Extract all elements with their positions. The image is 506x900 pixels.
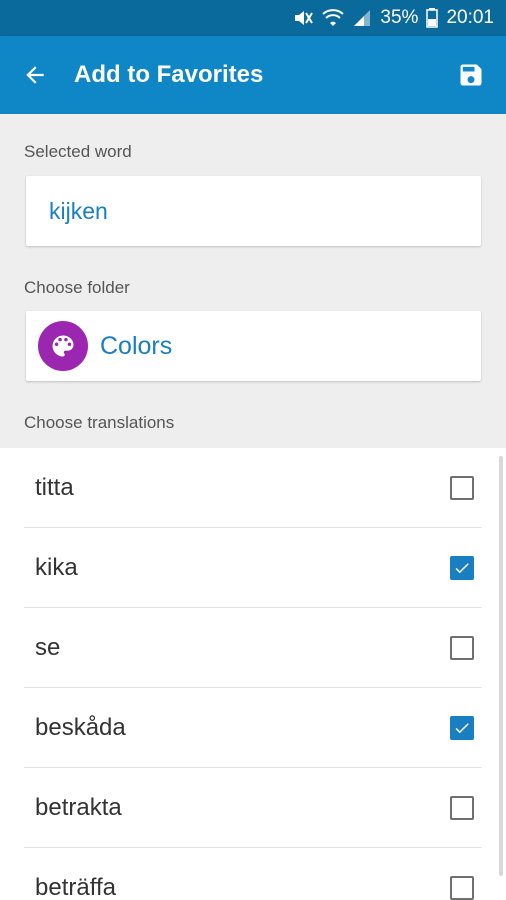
wifi-icon <box>322 8 345 28</box>
checkbox[interactable] <box>450 476 474 500</box>
check-icon <box>455 723 469 734</box>
choose-translations-label: Choose translations <box>24 413 175 432</box>
translation-label: beskåda <box>35 714 126 741</box>
battery-percent: 35% <box>380 7 419 28</box>
translation-label: kika <box>35 554 78 581</box>
arrow-back-icon <box>26 66 44 84</box>
translation-label: titta <box>35 474 74 501</box>
signal-icon <box>352 8 372 28</box>
translation-label: se <box>35 634 61 661</box>
list-item[interactable]: kika <box>0 528 506 608</box>
save-button[interactable] <box>436 36 506 114</box>
folder-name: Colors <box>100 331 173 360</box>
checkbox[interactable] <box>450 796 474 820</box>
back-button[interactable] <box>0 36 70 114</box>
list-item[interactable]: beskåda <box>0 688 506 768</box>
translation-label: betrakta <box>35 794 122 821</box>
checkbox[interactable] <box>450 556 474 580</box>
mute-icon <box>292 8 314 28</box>
list-item[interactable]: se <box>0 608 506 688</box>
battery-icon <box>426 8 439 28</box>
scrollbar[interactable] <box>499 456 503 876</box>
checkbox[interactable] <box>450 716 474 740</box>
palette-icon <box>38 321 88 371</box>
page-title: Add to Favorites <box>74 61 264 88</box>
selected-word-label: Selected word <box>24 142 132 161</box>
choose-folder-label: Choose folder <box>24 278 130 297</box>
list-item[interactable]: beträffa <box>0 848 506 900</box>
folder-selector[interactable]: Colors <box>26 311 481 381</box>
form-section: Selected word kijken Choose folder Color… <box>0 114 506 448</box>
check-icon <box>455 563 469 574</box>
status-bar: 35% 20:01 <box>0 0 506 36</box>
status-time: 20:01 <box>446 7 494 28</box>
translations-list: titta kika se beskåda betrakta beträffa <box>0 448 506 900</box>
selected-word-value: kijken <box>49 197 108 224</box>
app-bar: Add to Favorites <box>0 36 506 114</box>
selected-word-field[interactable]: kijken <box>26 176 481 246</box>
list-item[interactable]: titta <box>0 448 506 528</box>
list-item[interactable]: betrakta <box>0 768 506 848</box>
checkbox[interactable] <box>450 636 474 660</box>
checkbox[interactable] <box>450 876 474 900</box>
translation-label: beträffa <box>35 874 116 900</box>
save-icon <box>460 64 482 86</box>
